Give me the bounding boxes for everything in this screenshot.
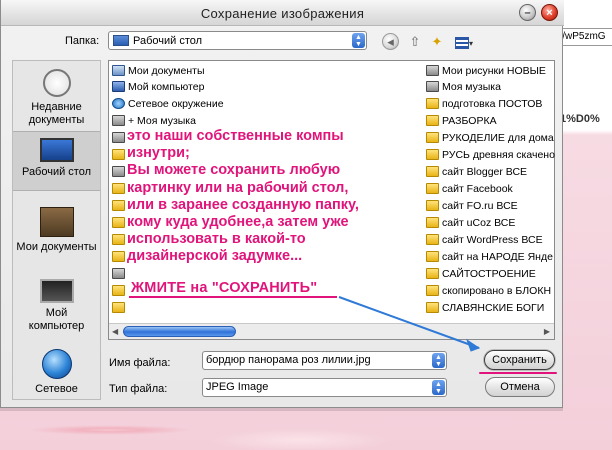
filetype-select[interactable]: JPEG Image ▲ ▼: [202, 378, 447, 397]
dialog-shadow: [0, 408, 563, 411]
chevron-updown-icon: ▲ ▼: [432, 380, 445, 395]
arrow-shaft: [338, 296, 480, 349]
chevron-updown-icon[interactable]: ▲ ▼: [432, 353, 445, 368]
arrow-head-icon: [466, 338, 481, 352]
save-image-dialog: Сохранение изображения – × Папка: Рабочи…: [0, 0, 564, 408]
annotation-arrow: [338, 296, 481, 352]
save-button-underline: [479, 372, 557, 374]
filename-value: бордюр панорама роз лилии.jpg: [206, 354, 371, 366]
cancel-button[interactable]: Отмена: [485, 377, 555, 397]
filename-label: Имя файла:: [109, 357, 171, 369]
background-url-bar: i/wP5zmG: [556, 28, 612, 46]
background-page-text: 1%D0%: [560, 113, 600, 125]
filetype-value: JPEG Image: [206, 381, 269, 393]
save-button[interactable]: Сохранить: [484, 350, 555, 370]
filename-input[interactable]: бордюр панорама роз лилии.jpg ▲ ▼: [202, 351, 447, 370]
filetype-label: Тип файла:: [109, 383, 168, 395]
